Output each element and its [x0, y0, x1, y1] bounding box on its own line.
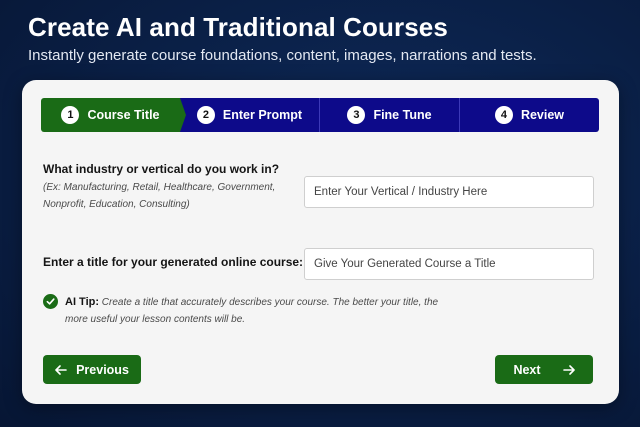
- course-wizard-card: 1 Course Title 2 Enter Prompt 3 Fine Tun…: [22, 80, 619, 404]
- arrow-left-icon: [55, 364, 67, 375]
- industry-question-label: What industry or vertical do you work in…: [43, 162, 280, 176]
- arrow-right-icon: [562, 364, 575, 375]
- industry-input[interactable]: [304, 176, 594, 208]
- ai-tip: AI Tip: Create a title that accurately d…: [43, 294, 463, 328]
- step-label: Course Title: [87, 108, 160, 122]
- ai-tip-label: AI Tip:: [65, 296, 100, 308]
- page-title: Create AI and Traditional Courses: [28, 12, 448, 42]
- step-label: Review: [520, 108, 565, 122]
- course-title-question-label: Enter a title for your generated online …: [43, 255, 304, 269]
- next-button[interactable]: Next: [495, 355, 593, 384]
- step-label: Enter Prompt: [222, 108, 303, 122]
- previous-button[interactable]: Previous: [43, 355, 141, 384]
- step-number: 1: [61, 106, 80, 124]
- step-number: 4: [494, 106, 513, 124]
- step-number: 3: [347, 106, 366, 124]
- previous-button-label: Previous: [76, 362, 129, 377]
- step-enter-prompt[interactable]: 2 Enter Prompt: [180, 98, 320, 132]
- step-course-title[interactable]: 1 Course Title: [41, 98, 186, 132]
- step-fine-tune[interactable]: 3 Fine Tune: [320, 98, 460, 132]
- industry-question-hint: (Ex: Manufacturing, Retail, Healthcare, …: [43, 182, 276, 210]
- page-subtitle: Instantly generate course foundations, c…: [28, 47, 537, 64]
- ai-tip-text: Create a title that accurately describes…: [65, 297, 439, 325]
- step-review[interactable]: 4 Review: [460, 98, 599, 132]
- step-number: 2: [196, 106, 215, 124]
- check-circle-icon: [43, 294, 58, 309]
- step-label: Fine Tune: [373, 108, 432, 122]
- wizard-stepper: 1 Course Title 2 Enter Prompt 3 Fine Tun…: [41, 98, 599, 132]
- next-button-label: Next: [513, 362, 541, 377]
- course-title-input[interactable]: [304, 248, 594, 280]
